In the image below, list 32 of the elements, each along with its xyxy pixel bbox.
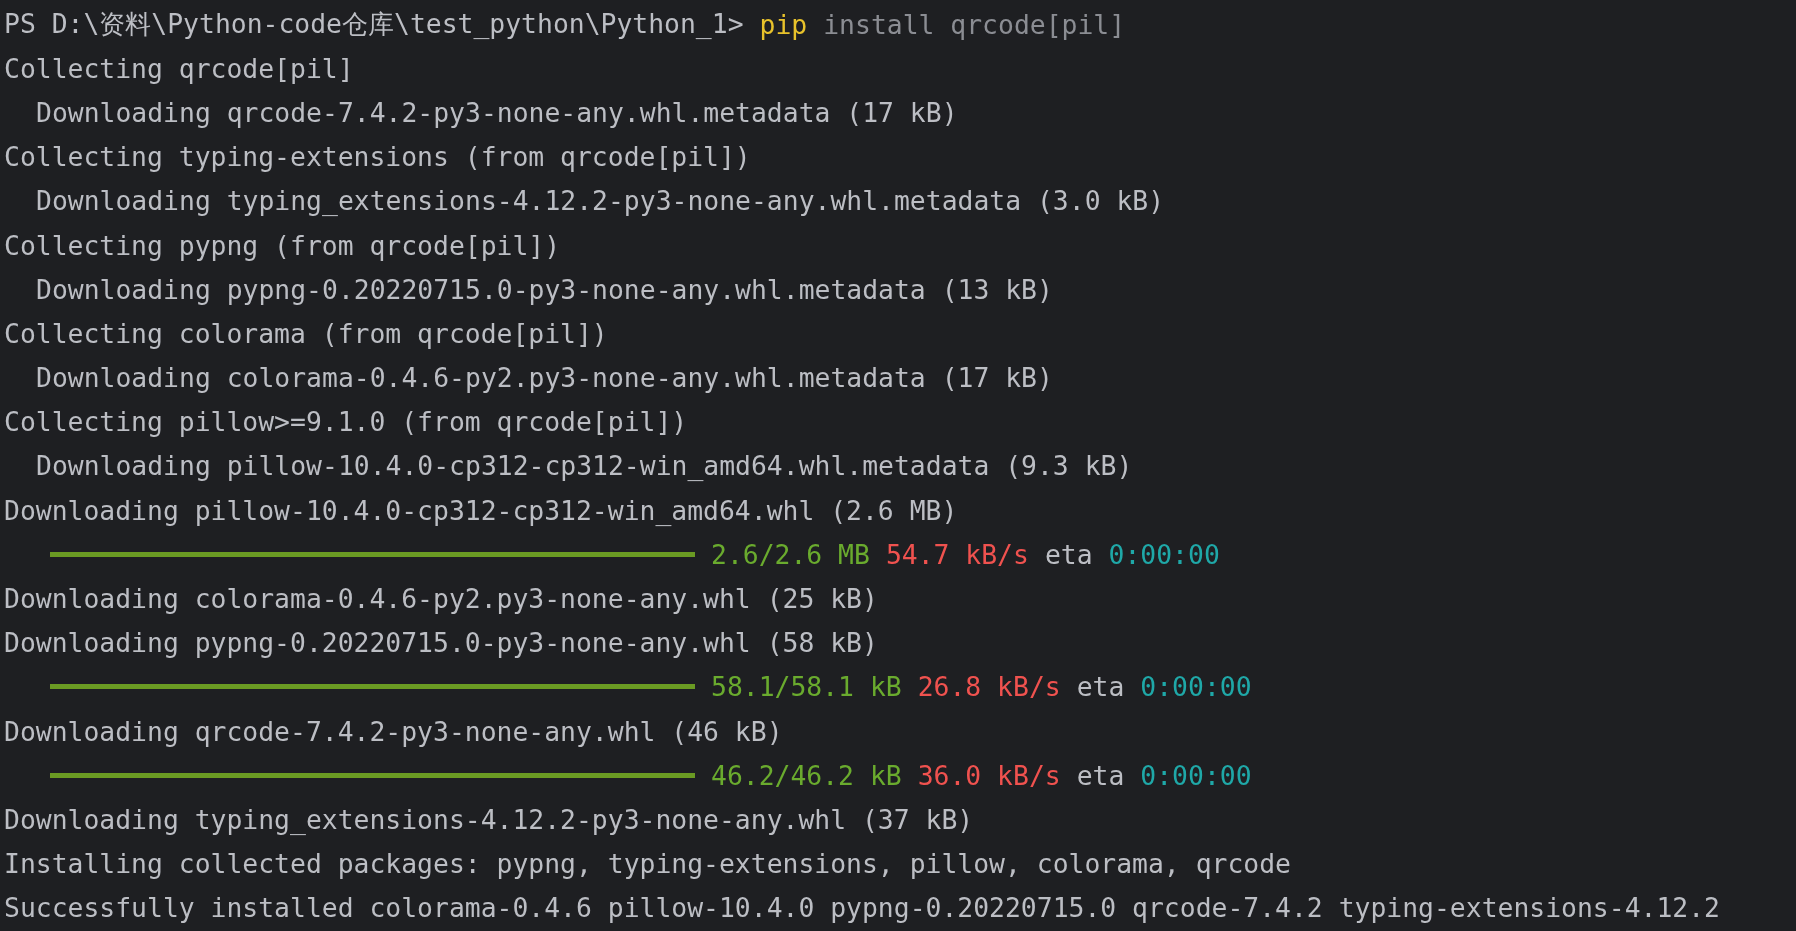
command-name: pip — [759, 8, 808, 40]
output-line: Downloading pypng-0.20220715.0-py3-none-any.whl.metadata (13 kB) — [36, 273, 1053, 305]
output-line: Downloading colorama-0.4.6-py2.py3-none-any.whl (25 kB) — [4, 583, 878, 615]
prompt-path: PS D:\资料\Python-code仓库\test_python\Python_1> — [4, 6, 744, 41]
output-line: Collecting typing-extensions (from qrcode[pil]) — [4, 141, 751, 173]
output-line: Downloading qrcode-7.4.2-py3-none-any.whl.metadata (17 kB) — [36, 96, 958, 128]
download-speed: 26.8 kB/s — [917, 671, 1061, 703]
download-size: 46.2/46.2 kB — [711, 759, 902, 791]
output-line: Collecting qrcode[pil] — [4, 52, 354, 84]
output-line: Installing collected packages: pypng, typing-extensions, pillow, colorama, qrcode — [4, 848, 1291, 880]
output-line: Downloading pillow-10.4.0-cp312-cp312-win_amd64.whl (2.6 MB) — [4, 494, 958, 526]
command-arguments: install qrcode[pil] — [823, 8, 1126, 40]
eta-label: eta — [1044, 538, 1093, 570]
download-speed: 36.0 kB/s — [917, 759, 1061, 791]
output-line: Downloading typing_extensions-4.12.2-py3-none-any.whl (37 kB) — [4, 803, 974, 835]
download-size: 2.6/2.6 MB — [711, 538, 870, 570]
output-line: Downloading typing_extensions-4.12.2-py3-none-any.whl.metadata (3.0 kB) — [36, 185, 1165, 217]
download-speed: 54.7 kB/s — [885, 538, 1029, 570]
eta-label: eta — [1076, 759, 1125, 791]
output-line: Downloading pypng-0.20220715.0-py3-none-any.whl (58 kB) — [4, 627, 878, 659]
output-line: Collecting pypng (from qrcode[pil]) — [4, 229, 561, 261]
output-line: Downloading pillow-10.4.0-cp312-cp312-win_amd64.whl.metadata (9.3 kB) — [36, 450, 1133, 482]
eta-label: eta — [1076, 671, 1125, 703]
output-line: Collecting pillow>=9.1.0 (from qrcode[pil]) — [4, 406, 688, 438]
download-size: 58.1/58.1 kB — [711, 671, 902, 703]
output-line: Downloading qrcode-7.4.2-py3-none-any.whl (46 kB) — [4, 715, 783, 747]
eta-time: 0:00:00 — [1108, 538, 1220, 570]
eta-time: 0:00:00 — [1140, 671, 1252, 703]
eta-time: 0:00:00 — [1140, 759, 1252, 791]
output-line: Collecting colorama (from qrcode[pil]) — [4, 317, 608, 349]
output-line: Successfully installed colorama-0.4.6 pillow-10.4.0 pypng-0.20220715.0 qrcode-7.4.2 typing-extensions-4.12.2 — [4, 892, 1720, 924]
output-line: Downloading colorama-0.4.6-py2.py3-none-any.whl.metadata (17 kB) — [36, 362, 1053, 394]
